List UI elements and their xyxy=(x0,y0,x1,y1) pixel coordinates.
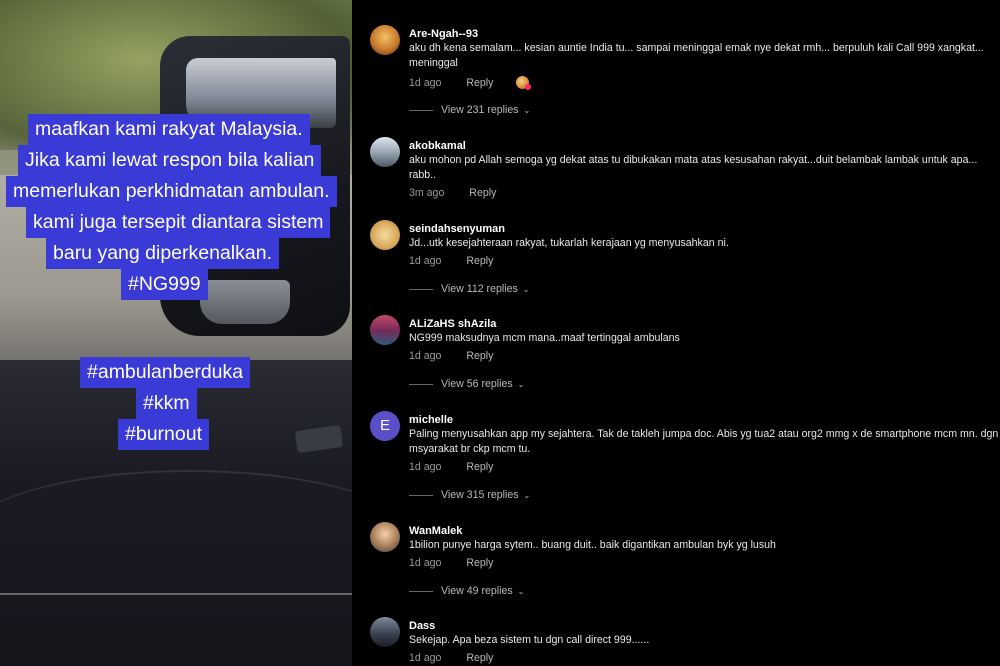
user-avatar-icon[interactable] xyxy=(370,522,400,552)
creator-avatar-icon xyxy=(516,76,532,90)
view-replies-label: View 112 replies xyxy=(441,283,518,295)
reply-button[interactable]: Reply xyxy=(466,255,493,267)
view-replies-label: View 49 replies xyxy=(441,585,513,597)
reply-button[interactable]: Reply xyxy=(466,461,493,473)
user-avatar-icon[interactable] xyxy=(370,25,400,55)
divider-line xyxy=(409,109,433,111)
view-replies-button[interactable]: View 56 replies ⌄ xyxy=(409,378,524,390)
view-replies-label: View 56 replies xyxy=(441,378,513,390)
divider-line xyxy=(409,590,433,592)
user-avatar-icon[interactable] xyxy=(370,137,400,167)
comment-text: Paling menyusahkan app my sejahtera. Tak… xyxy=(409,428,999,455)
comment-meta: 1d ago Reply xyxy=(409,76,532,90)
caption-hashtag: #burnout xyxy=(118,419,209,450)
view-replies-label: View 315 replies xyxy=(441,489,519,501)
comment-text: Sekejap. Apa beza sistem tu dgn call dir… xyxy=(409,634,650,646)
reply-button[interactable]: Reply xyxy=(466,557,493,569)
divider-line xyxy=(409,494,433,496)
comment-username[interactable]: Are-Ngah--93 xyxy=(409,28,478,40)
comment-meta: 1d ago Reply xyxy=(409,255,493,267)
view-replies-button[interactable]: View 112 replies ⌄ xyxy=(409,283,529,295)
comment-text: Jd...utk kesejahteraan rakyat, tukarlah … xyxy=(409,237,729,249)
chevron-down-icon: ⌄ xyxy=(517,587,525,596)
caption-hashtag: #NG999 xyxy=(121,269,208,300)
chevron-down-icon: ⌄ xyxy=(523,491,531,500)
caption-hashtag: #ambulanberduka xyxy=(80,357,251,388)
comment-meta: 1d ago Reply xyxy=(409,557,493,569)
comment-meta: 1d ago Reply xyxy=(409,350,493,362)
comment-meta: 3m ago Reply xyxy=(409,187,496,199)
door-panel-curve xyxy=(0,470,352,612)
comment-time: 1d ago xyxy=(409,557,442,569)
comment-username[interactable]: akobkamal xyxy=(409,140,466,152)
comment-meta: 1d ago Reply xyxy=(409,652,493,664)
letter-avatar-icon[interactable]: E xyxy=(370,411,400,441)
mirror-lower xyxy=(200,280,290,324)
comment-time: 1d ago xyxy=(409,350,442,362)
view-replies-label: View 231 replies xyxy=(441,104,519,116)
caption-line: memerlukan perkhidmatan ambulan. xyxy=(6,176,337,207)
comments-panel: Are-Ngah--93 aku dh kena semalam... kesi… xyxy=(352,0,1000,666)
divider-line xyxy=(409,288,433,290)
comment-time: 1d ago xyxy=(409,255,442,267)
user-avatar-icon[interactable] xyxy=(370,220,400,250)
view-replies-button[interactable]: View 231 replies ⌄ xyxy=(409,104,530,116)
video-progress-bar[interactable] xyxy=(0,593,352,595)
caption-line: Jika kami lewat respon bila kalian xyxy=(18,145,322,176)
reply-button[interactable]: Reply xyxy=(469,187,496,199)
comment-username[interactable]: seindahsenyuman xyxy=(409,223,505,235)
comment-text: 1bilion punye harga sytem.. buang duit..… xyxy=(409,539,776,551)
chevron-down-icon: ⌄ xyxy=(517,380,525,389)
comment-time: 1d ago xyxy=(409,652,442,664)
comment-text: aku mohon pd Allah semoga yg dekat atas … xyxy=(409,154,978,181)
caption-line: baru yang diperkenalkan. xyxy=(46,238,279,269)
comment-time: 1d ago xyxy=(409,77,442,89)
caption-line: maafkan kami rakyat Malaysia. xyxy=(28,114,310,145)
video-player[interactable]: maafkan kami rakyat Malaysia. Jika kami … xyxy=(0,0,352,666)
comment-meta: 1d ago Reply xyxy=(409,461,493,473)
caption-line: kami juga tersepit diantara sistem xyxy=(26,207,331,238)
caption-hashtag: #kkm xyxy=(136,388,197,419)
reply-button[interactable]: Reply xyxy=(466,652,493,664)
view-replies-button[interactable]: View 315 replies ⌄ xyxy=(409,489,530,501)
view-replies-button[interactable]: View 49 replies ⌄ xyxy=(409,585,524,597)
reply-button[interactable]: Reply xyxy=(466,77,493,89)
divider-line xyxy=(409,383,433,385)
comment-time: 3m ago xyxy=(409,187,445,199)
chevron-down-icon: ⌄ xyxy=(522,285,530,294)
comment-username[interactable]: ALiZaHS shAzila xyxy=(409,318,496,330)
comment-time: 1d ago xyxy=(409,461,442,473)
comment-text: NG999 maksudnya mcm mana..maaf tertingga… xyxy=(409,332,680,344)
reply-button[interactable]: Reply xyxy=(466,350,493,362)
comment-username[interactable]: michelle xyxy=(409,414,453,426)
comment-username[interactable]: Dass xyxy=(409,620,435,632)
chevron-down-icon: ⌄ xyxy=(523,106,531,115)
comment-username[interactable]: WanMalek xyxy=(409,525,462,537)
user-avatar-icon[interactable] xyxy=(370,617,400,647)
comment-text: aku dh kena semalam... kesian auntie Ind… xyxy=(409,42,984,69)
user-avatar-icon[interactable] xyxy=(370,315,400,345)
